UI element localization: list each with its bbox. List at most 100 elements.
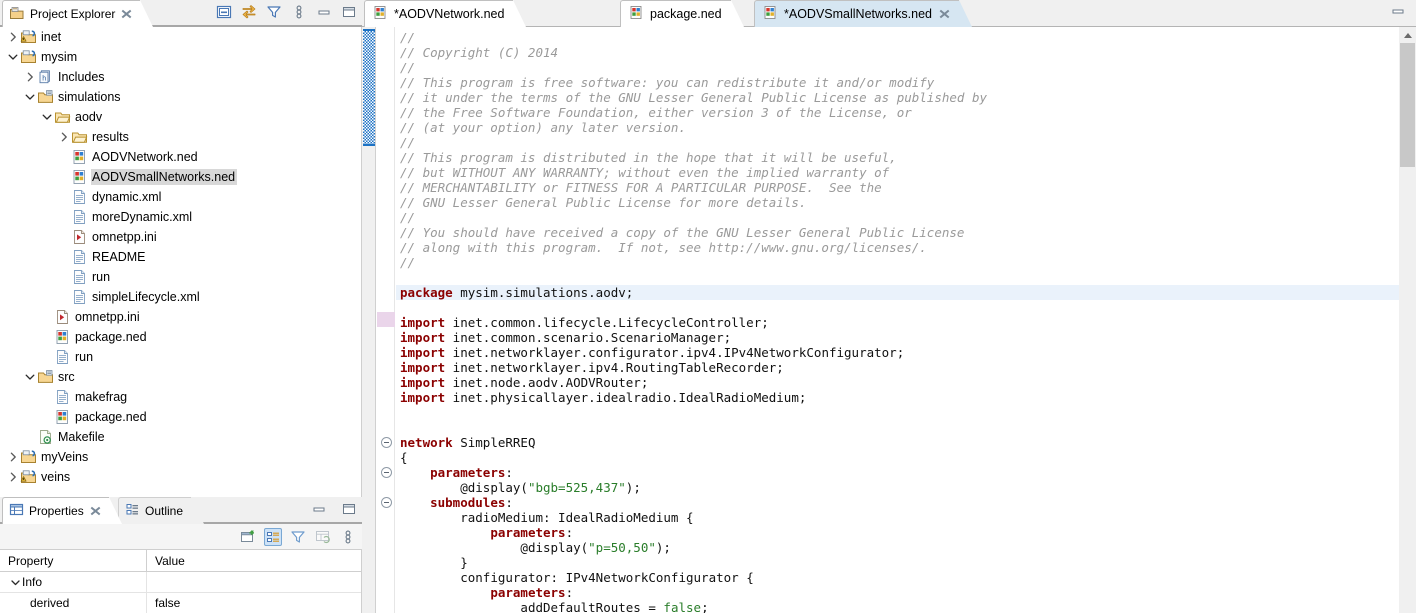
close-icon[interactable] xyxy=(120,8,132,20)
code-line[interactable]: configurator: IPv4NetworkConfigurator { xyxy=(396,570,1399,585)
code-line[interactable]: // (at your option) any later version. xyxy=(396,120,1399,135)
chevron-right-icon[interactable] xyxy=(6,469,20,485)
tree-item-makefile[interactable]: Makefile xyxy=(0,427,361,447)
maximize-icon[interactable] xyxy=(340,500,358,518)
column-header-value[interactable]: Value xyxy=(147,550,361,571)
code-line[interactable]: submodules: xyxy=(396,495,1399,510)
code-line[interactable]: import inet.networklayer.configurator.ip… xyxy=(396,345,1399,360)
filter-icon[interactable] xyxy=(289,528,307,546)
column-header-property[interactable]: Property xyxy=(0,550,147,571)
new-property-icon[interactable] xyxy=(239,528,257,546)
editor-code-area[interactable]: //// Copyright (C) 2014//// This program… xyxy=(396,27,1399,613)
chevron-right-icon[interactable] xyxy=(57,129,71,145)
close-icon[interactable] xyxy=(938,8,950,20)
code-line[interactable]: parameters: xyxy=(396,525,1399,540)
code-line[interactable]: // MERCHANTABILITY or FITNESS FOR A PART… xyxy=(396,180,1399,195)
code-line[interactable] xyxy=(396,420,1399,435)
code-line[interactable]: parameters: xyxy=(396,465,1399,480)
code-line[interactable]: // xyxy=(396,30,1399,45)
code-line[interactable]: // xyxy=(396,255,1399,270)
tree-item-omnetpp-ini[interactable]: omnetpp.ini xyxy=(0,227,361,247)
tree-item-aodvsmallnetworks-ned[interactable]: AODVSmallNetworks.ned xyxy=(0,167,361,187)
code-line[interactable]: // GNU Lesser General Public License for… xyxy=(396,195,1399,210)
tree-item-moredynamic-xml[interactable]: moreDynamic.xml xyxy=(0,207,361,227)
code-line[interactable] xyxy=(396,270,1399,285)
tree-item-simulations[interactable]: simulations xyxy=(0,87,361,107)
tree-item-myveins[interactable]: myVeins xyxy=(0,447,361,467)
tree-item-inet[interactable]: inet xyxy=(0,27,361,47)
tab-properties[interactable]: Properties xyxy=(2,497,122,524)
tree-item-makefrag[interactable]: makefrag xyxy=(0,387,361,407)
code-line[interactable]: // it under the terms of the GNU Lesser … xyxy=(396,90,1399,105)
editor-tab-package[interactable]: package.ned xyxy=(620,0,744,27)
code-line[interactable]: import inet.common.scenario.ScenarioMana… xyxy=(396,330,1399,345)
tree-item-veins[interactable]: veins xyxy=(0,467,361,487)
code-line[interactable]: // the Free Software Foundation, either … xyxy=(396,105,1399,120)
collapse-all-icon[interactable] xyxy=(215,3,233,21)
close-icon[interactable] xyxy=(89,505,101,517)
tree-item-package-ned[interactable]: package.ned xyxy=(0,407,361,427)
fold-collapse-icon[interactable] xyxy=(381,497,392,508)
editor-annotation-ruler[interactable] xyxy=(362,27,376,613)
show-categories-icon[interactable] xyxy=(264,528,282,546)
tree-item-src[interactable]: src xyxy=(0,367,361,387)
chevron-down-icon[interactable] xyxy=(23,369,37,385)
chevron-down-icon[interactable] xyxy=(23,89,37,105)
tree-item-aodv[interactable]: aodv xyxy=(0,107,361,127)
chevron-down-icon[interactable] xyxy=(8,578,22,587)
code-line[interactable]: // You should have received a copy of th… xyxy=(396,225,1399,240)
chevron-right-icon[interactable] xyxy=(6,449,20,465)
minimize-icon[interactable] xyxy=(1390,5,1406,19)
editor-tab-aodvsmallnetworks[interactable]: *AODVSmallNetworks.ned xyxy=(754,0,972,27)
code-line[interactable] xyxy=(396,300,1399,315)
code-line[interactable]: network SimpleRREQ xyxy=(396,435,1399,450)
code-line[interactable]: addDefaultRoutes = false; xyxy=(396,600,1399,613)
code-line[interactable]: // xyxy=(396,60,1399,75)
tree-item-includes[interactable]: h Includes xyxy=(0,67,361,87)
code-line[interactable]: @display("bgb=525,437"); xyxy=(396,480,1399,495)
code-line[interactable]: // This program is free software: you ca… xyxy=(396,75,1399,90)
code-line[interactable]: // along with this program. If not, see … xyxy=(396,240,1399,255)
code-line[interactable]: import inet.networklayer.ipv4.RoutingTab… xyxy=(396,360,1399,375)
editor-vertical-scrollbar[interactable] xyxy=(1399,27,1416,613)
code-line[interactable]: import inet.physicallayer.idealradio.Ide… xyxy=(396,390,1399,405)
editor-tab-aodvnetwork[interactable]: *AODVNetwork.ned xyxy=(364,0,527,27)
tree-item-run[interactable]: run xyxy=(0,347,361,367)
code-line[interactable]: // Copyright (C) 2014 xyxy=(396,45,1399,60)
chevron-right-icon[interactable] xyxy=(23,69,37,85)
value-cell[interactable]: false xyxy=(147,593,361,613)
view-menu-icon[interactable] xyxy=(290,3,308,21)
scrollbar-thumb[interactable] xyxy=(1400,43,1415,167)
minimize-icon[interactable] xyxy=(315,3,333,21)
chevron-down-icon[interactable] xyxy=(40,109,54,125)
fold-collapse-icon[interactable] xyxy=(381,437,392,448)
code-line[interactable]: // xyxy=(396,135,1399,150)
link-with-editor-icon[interactable] xyxy=(240,3,258,21)
restore-default-icon[interactable] xyxy=(314,528,332,546)
view-menu-icon[interactable] xyxy=(339,528,357,546)
value-cell[interactable] xyxy=(147,572,361,592)
code-line[interactable]: package mysim.simulations.aodv; xyxy=(396,285,1399,300)
tree-item-dynamic-xml[interactable]: dynamic.xml xyxy=(0,187,361,207)
code-line[interactable]: parameters: xyxy=(396,585,1399,600)
code-line[interactable]: radioMedium: IdealRadioMedium { xyxy=(396,510,1399,525)
fold-collapse-icon[interactable] xyxy=(381,467,392,478)
table-row[interactable]: Info xyxy=(0,572,361,593)
tree-item-readme[interactable]: README xyxy=(0,247,361,267)
table-row[interactable]: derived false xyxy=(0,593,361,613)
code-line[interactable]: { xyxy=(396,450,1399,465)
code-line[interactable]: import inet.node.aodv.AODVRouter; xyxy=(396,375,1399,390)
minimize-icon[interactable] xyxy=(310,500,328,518)
tree-item-package-ned[interactable]: package.ned xyxy=(0,327,361,347)
tree-item-aodvnetwork-ned[interactable]: AODVNetwork.ned xyxy=(0,147,361,167)
code-line[interactable]: } xyxy=(396,555,1399,570)
code-line[interactable]: // This program is distributed in the ho… xyxy=(396,150,1399,165)
code-line[interactable]: import inet.common.lifecycle.LifecycleCo… xyxy=(396,315,1399,330)
tab-project-explorer[interactable]: Project Explorer xyxy=(2,0,154,27)
tree-item-results[interactable]: results xyxy=(0,127,361,147)
filter-icon[interactable] xyxy=(265,3,283,21)
tree-item-omnetpp-ini[interactable]: omnetpp.ini xyxy=(0,307,361,327)
code-line[interactable]: // xyxy=(396,210,1399,225)
tree-item-mysim[interactable]: mysim xyxy=(0,47,361,67)
chevron-down-icon[interactable] xyxy=(6,49,20,65)
